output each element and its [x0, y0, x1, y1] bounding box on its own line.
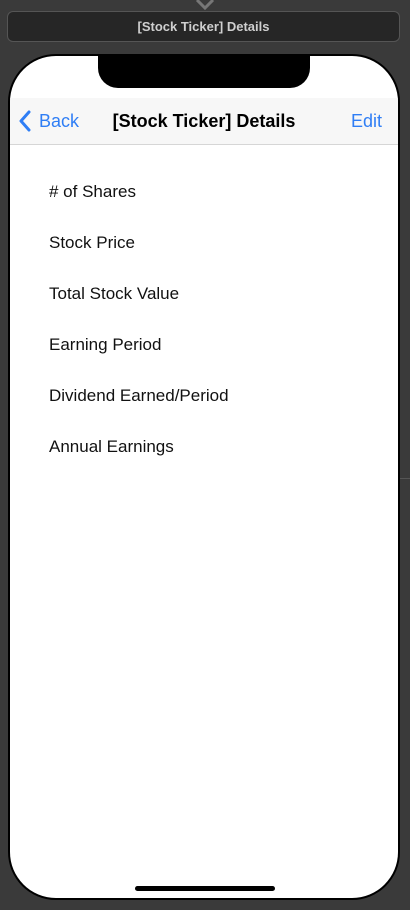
device-screen: Back [Stock Ticker] Details Edit # of Sh… — [10, 56, 398, 898]
scene-title: [Stock Ticker] Details — [137, 19, 270, 34]
detail-label-shares: # of Shares — [49, 182, 136, 201]
canvas-guide-line — [400, 478, 410, 479]
home-indicator — [135, 886, 275, 891]
detail-label-total-value: Total Stock Value — [49, 284, 180, 303]
navigation-bar: Back [Stock Ticker] Details Edit — [10, 98, 398, 145]
detail-list: # of Shares Stock Price Total Stock Valu… — [49, 174, 229, 480]
device-frame: Back [Stock Ticker] Details Edit # of Sh… — [8, 54, 400, 900]
detail-label-dividend: Dividend Earned/Period — [49, 386, 229, 405]
scene-title-bar[interactable]: [Stock Ticker] Details — [7, 11, 400, 42]
detail-label-annual-earnings: Annual Earnings — [49, 437, 174, 456]
device-notch — [98, 56, 310, 88]
segue-arrow-icon — [195, 0, 215, 10]
edit-button[interactable]: Edit — [351, 98, 382, 144]
back-button[interactable]: Back — [18, 98, 79, 144]
chevron-left-icon — [19, 110, 31, 132]
detail-label-stock-price: Stock Price — [49, 233, 135, 252]
back-button-label: Back — [39, 110, 80, 131]
detail-label-earning-period: Earning Period — [49, 335, 162, 354]
